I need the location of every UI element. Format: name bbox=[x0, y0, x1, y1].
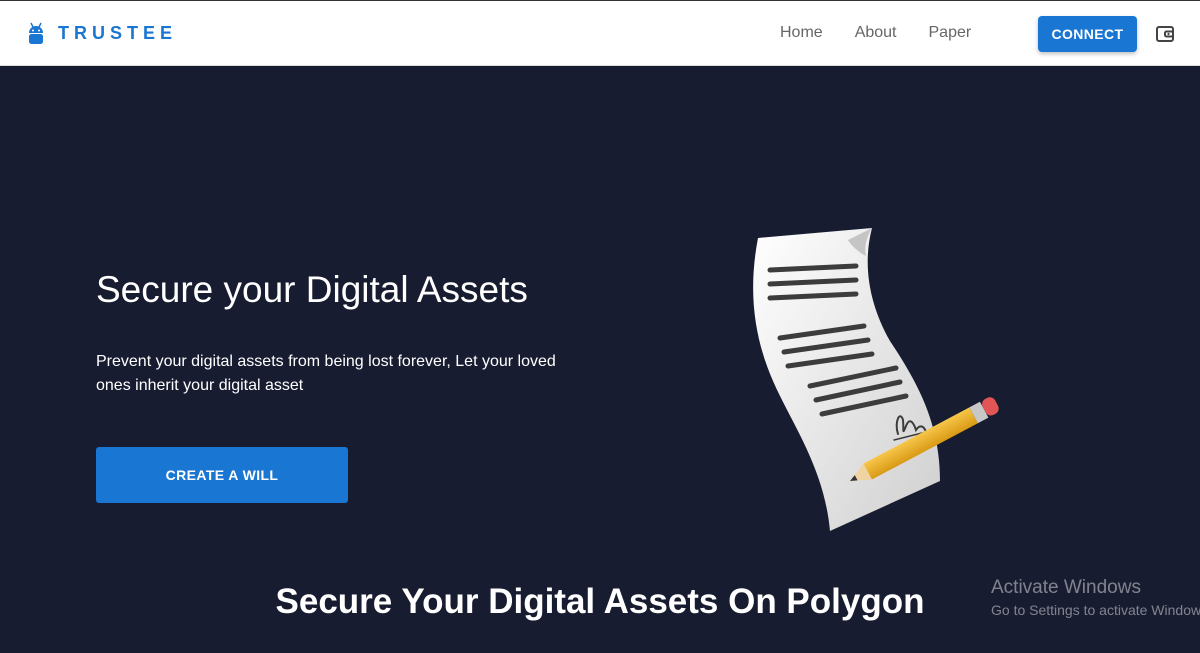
nav-paper-link[interactable]: Paper bbox=[929, 23, 972, 43]
brand-name: TRUSTEE bbox=[58, 23, 178, 43]
brand-logo[interactable]: TRUSTEE bbox=[28, 21, 177, 45]
connect-button[interactable]: CONNECT bbox=[1038, 16, 1137, 52]
hero-subtitle: Prevent your digital assets from being l… bbox=[96, 353, 556, 394]
top-navbar: TRUSTEE Home About Paper CONNECT bbox=[0, 0, 1200, 66]
nav-about-link[interactable]: About bbox=[855, 23, 897, 43]
nav-home-link[interactable]: Home bbox=[780, 23, 823, 43]
create-will-button[interactable]: CREATE A WILL bbox=[96, 447, 348, 503]
android-icon bbox=[29, 22, 43, 44]
watermark-subtitle: Go to Settings to activate Windows. bbox=[991, 602, 1200, 618]
windows-activation-watermark: Activate Windows Go to Settings to activ… bbox=[991, 576, 1200, 620]
watermark-title: Activate Windows bbox=[991, 577, 1141, 598]
document-pencil-illustration bbox=[753, 228, 999, 531]
main-nav: Home About Paper bbox=[780, 23, 1003, 43]
hero-title: Secure your Digital Assets bbox=[96, 269, 528, 310]
hero-section: Secure your Digital Assets Prevent your … bbox=[0, 66, 1200, 653]
wallet-icon[interactable] bbox=[1155, 24, 1175, 44]
